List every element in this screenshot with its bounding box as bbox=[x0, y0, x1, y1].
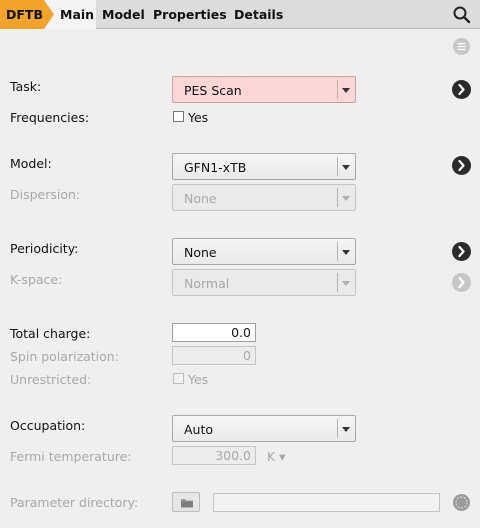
chevron-down-icon bbox=[342, 281, 350, 286]
dispersion-label: Dispersion: bbox=[10, 187, 81, 202]
unrestricted-label: Unrestricted: bbox=[10, 372, 92, 387]
tab-details[interactable]: Details bbox=[234, 0, 283, 29]
tab-properties[interactable]: Properties bbox=[153, 0, 227, 29]
combo-separator bbox=[337, 419, 338, 438]
folder-browse-button bbox=[172, 492, 200, 512]
frequencies-checkbox[interactable] bbox=[173, 111, 184, 122]
unrestricted-checkbox bbox=[173, 373, 184, 384]
periodicity-details-arrow-icon[interactable] bbox=[452, 242, 471, 261]
chevron-down-icon bbox=[342, 165, 350, 170]
kspace-value: Normal bbox=[184, 276, 230, 291]
task-select[interactable]: PES Scan bbox=[172, 76, 356, 103]
periodicity-select[interactable]: None bbox=[172, 238, 356, 265]
periodicity-label: Periodicity: bbox=[10, 241, 79, 256]
model-value: GFN1-xTB bbox=[184, 160, 247, 175]
spin-polarization-label: Spin polarization: bbox=[10, 349, 119, 364]
unrestricted-checkbox-label: Yes bbox=[188, 372, 209, 387]
search-icon[interactable] bbox=[452, 5, 472, 25]
panel-menu-icon[interactable] bbox=[453, 38, 470, 55]
occupation-value: Auto bbox=[184, 422, 214, 437]
occupation-select[interactable]: Auto bbox=[172, 415, 356, 442]
toolbar: DFTB Main Model Properties Details bbox=[0, 0, 480, 29]
folder-icon bbox=[181, 499, 193, 508]
parameter-directory-label: Parameter directory: bbox=[10, 495, 139, 510]
dispersion-value: None bbox=[184, 191, 217, 206]
fermi-temperature-input: 300.0 bbox=[172, 446, 256, 465]
combo-separator bbox=[337, 157, 338, 176]
chevron-down-icon bbox=[342, 196, 350, 201]
fermi-temperature-unit-select: K ▾ bbox=[267, 449, 286, 464]
chevron-down-icon bbox=[342, 88, 350, 93]
engine-tab-dftb[interactable]: DFTB bbox=[0, 0, 54, 29]
kspace-select: Normal bbox=[172, 269, 356, 296]
periodicity-value: None bbox=[184, 245, 217, 260]
model-details-arrow-icon[interactable] bbox=[452, 156, 471, 175]
frequencies-label: Frequencies: bbox=[10, 110, 90, 125]
combo-separator bbox=[337, 188, 338, 207]
kspace-label: K-space: bbox=[10, 272, 63, 287]
total-charge-label: Total charge: bbox=[10, 326, 91, 341]
chevron-down-icon bbox=[342, 250, 350, 255]
tab-model[interactable]: Model bbox=[102, 0, 145, 29]
chevron-down-icon bbox=[342, 427, 350, 432]
task-label: Task: bbox=[10, 79, 42, 94]
combo-separator bbox=[337, 273, 338, 292]
kspace-details-arrow-icon bbox=[452, 273, 471, 292]
combo-separator bbox=[337, 242, 338, 261]
model-label: Model: bbox=[10, 156, 52, 171]
directory-status-icon bbox=[452, 493, 471, 512]
total-charge-input[interactable]: 0.0 bbox=[172, 323, 256, 342]
parameter-directory-input bbox=[213, 493, 440, 512]
occupation-label: Occupation: bbox=[10, 418, 86, 433]
frequencies-checkbox-label: Yes bbox=[188, 110, 209, 125]
task-value: PES Scan bbox=[184, 83, 242, 98]
spin-polarization-input: 0 bbox=[172, 346, 256, 365]
dispersion-select: None bbox=[172, 184, 356, 211]
combo-separator bbox=[337, 80, 338, 99]
fermi-temperature-label: Fermi temperature: bbox=[10, 449, 132, 464]
model-select[interactable]: GFN1-xTB bbox=[172, 153, 356, 180]
task-details-arrow-icon[interactable] bbox=[452, 80, 471, 99]
